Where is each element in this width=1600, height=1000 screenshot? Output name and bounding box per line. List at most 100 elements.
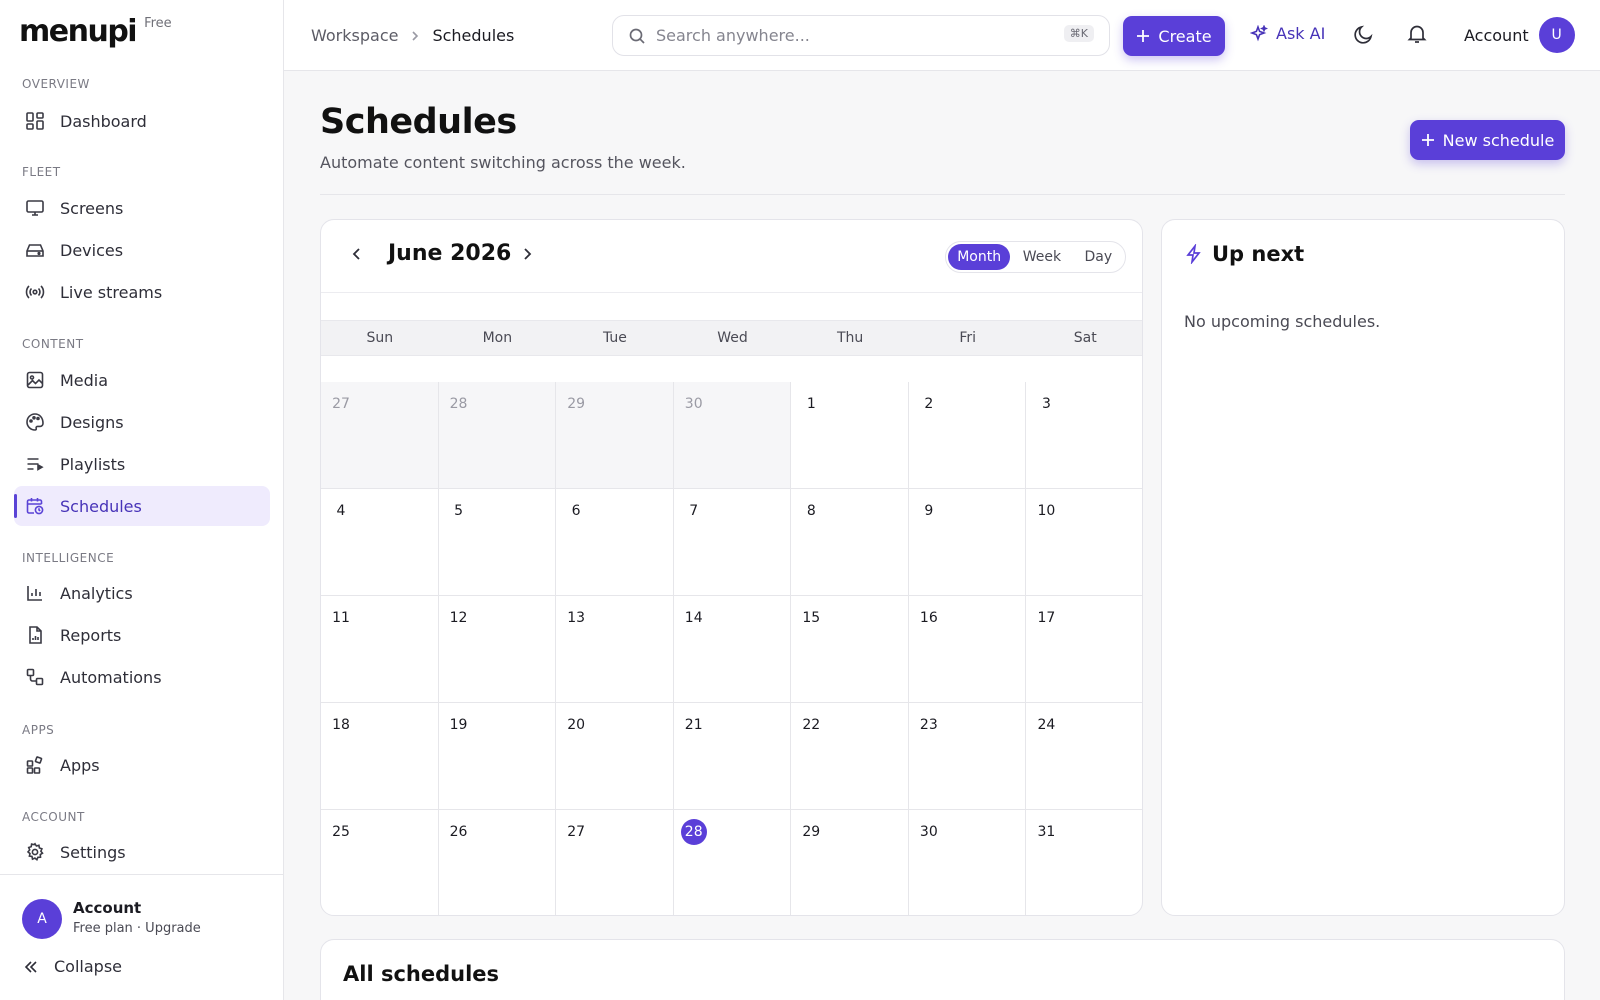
day-number: 12: [449, 610, 468, 626]
calendar-day-cell[interactable]: 17: [1026, 596, 1142, 703]
account-plan-link[interactable]: Free plan · Upgrade: [73, 921, 201, 936]
logo[interactable]: menupi Free: [19, 14, 172, 50]
day-number: 11: [332, 610, 350, 626]
breadcrumb-current: Schedules: [432, 26, 515, 45]
plus-icon: [1421, 133, 1435, 147]
calendar-day-cell[interactable]: 2: [908, 382, 1027, 489]
day-number: 30: [919, 824, 938, 840]
day-number: 17: [1037, 610, 1056, 626]
create-button[interactable]: Create: [1123, 16, 1225, 56]
day-number: 29: [567, 396, 586, 412]
account-menu[interactable]: Account U: [1464, 17, 1575, 53]
calendar-card: June 2026 Month Week Day Sun Mon Tue Wed…: [320, 219, 1143, 916]
calendar-day-cell[interactable]: 25: [321, 810, 439, 915]
calendar-day-cell[interactable]: 10: [1026, 489, 1142, 596]
image-icon: [24, 369, 46, 391]
day-number: 6: [571, 503, 581, 519]
sidebar-item-playlists[interactable]: Playlists: [14, 444, 270, 484]
calendar-day-cell[interactable]: 19: [438, 703, 557, 810]
calendar-day-cell[interactable]: 28: [674, 810, 792, 915]
workflow-icon: [24, 666, 46, 688]
search-box[interactable]: ⌘K: [612, 15, 1110, 56]
calendar-day-cell[interactable]: 7: [673, 489, 792, 596]
breadcrumb-workspace[interactable]: Workspace: [311, 26, 398, 45]
day-number: 21: [684, 717, 703, 733]
sidebar-item-reports[interactable]: Reports: [14, 615, 270, 655]
new-schedule-label: New schedule: [1442, 130, 1555, 150]
day-number: 9: [924, 503, 934, 519]
all-schedules-card: All schedules: [320, 939, 1565, 1000]
calendar-day-cell[interactable]: 15: [791, 596, 909, 703]
gear-icon: [24, 841, 46, 863]
view-month-button[interactable]: Month: [948, 244, 1011, 270]
chevron-left-icon[interactable]: [347, 244, 367, 264]
calendar-day-cell[interactable]: 29: [556, 382, 674, 489]
day-number: 15: [802, 610, 821, 626]
calendar-day-cell[interactable]: 27: [556, 810, 674, 915]
calendar-day-cell[interactable]: 22: [791, 703, 909, 810]
ask-ai-button[interactable]: Ask AI: [1250, 24, 1325, 43]
sidebar-item-live-streams[interactable]: Live streams: [14, 272, 270, 312]
search-input[interactable]: [656, 26, 1046, 45]
calendar-month-title: June 2026: [388, 241, 512, 266]
sidebar-item-devices[interactable]: Devices: [14, 230, 270, 270]
bell-icon[interactable]: [1406, 23, 1428, 45]
calendar-day-cell[interactable]: 20: [556, 703, 674, 810]
calendar-day-cell[interactable]: 4: [321, 489, 439, 596]
avatar[interactable]: A: [22, 899, 62, 939]
moon-icon[interactable]: [1353, 23, 1375, 45]
sidebar-item-screens[interactable]: Screens: [14, 188, 270, 228]
calendar-day-cell[interactable]: 31: [1026, 810, 1142, 915]
sidebar-item-automations[interactable]: Automations: [14, 657, 270, 697]
weekday-label: Mon: [482, 330, 513, 346]
calendar-day-cell[interactable]: 9: [908, 489, 1027, 596]
breadcrumb: Workspace Schedules: [311, 26, 514, 45]
weekday-label: Tue: [602, 330, 627, 346]
avatar: U: [1538, 17, 1575, 53]
calendar-day-cell[interactable]: 16: [908, 596, 1027, 703]
calendar-day-cell[interactable]: 12: [438, 596, 557, 703]
new-schedule-button[interactable]: New schedule: [1410, 120, 1565, 160]
sidebar-item-settings[interactable]: Settings: [14, 832, 270, 872]
apps-icon: [24, 754, 46, 776]
calendar-day-cell[interactable]: 11: [321, 596, 439, 703]
day-number: 19: [449, 717, 468, 733]
calendar-day-cell[interactable]: 26: [439, 810, 557, 915]
sidebar-item-apps[interactable]: Apps: [14, 745, 270, 785]
sidebar-item-analytics[interactable]: Analytics: [14, 573, 270, 613]
calendar-day-cell[interactable]: 28: [438, 382, 557, 489]
calendar-day-cell[interactable]: 6: [556, 489, 674, 596]
calendar-day-cell[interactable]: 29: [791, 810, 909, 915]
sidebar-item-label: Designs: [60, 412, 124, 432]
calendar-day-cell[interactable]: 30: [909, 810, 1027, 915]
view-week-button[interactable]: Week: [1010, 244, 1073, 270]
calendar-day-cell[interactable]: 14: [673, 596, 792, 703]
calendar-day-cell[interactable]: 23: [908, 703, 1027, 810]
sidebar-item-dashboard[interactable]: Dashboard: [14, 101, 270, 141]
device-icon: [24, 239, 46, 261]
collapse-button[interactable]: Collapse: [22, 957, 122, 976]
day-number: 4: [336, 503, 346, 519]
sidebar-item-designs[interactable]: Designs: [14, 402, 270, 442]
calendar-day-cell[interactable]: 21: [673, 703, 792, 810]
calendar-day-cell[interactable]: 30: [673, 382, 792, 489]
up-next-title: Up next: [1212, 242, 1305, 266]
sidebar-item-media[interactable]: Media: [14, 360, 270, 400]
day-number: 29: [802, 824, 821, 840]
calendar-day-cell[interactable]: 1: [791, 382, 909, 489]
view-day-button[interactable]: Day: [1074, 244, 1123, 270]
calendar-day-cell[interactable]: 18: [321, 703, 439, 810]
calendar-day-cell[interactable]: 5: [438, 489, 557, 596]
sidebar-item-label: Dashboard: [60, 111, 147, 131]
calendar-day-cell[interactable]: 8: [791, 489, 909, 596]
weekday-label: Thu: [836, 330, 864, 346]
calendar-day-cell[interactable]: 24: [1026, 703, 1142, 810]
sidebar-item-schedules[interactable]: Schedules: [14, 486, 270, 526]
calendar-day-cell[interactable]: 27: [321, 382, 439, 489]
calendar-day-cell[interactable]: 13: [556, 596, 674, 703]
chevron-right-icon[interactable]: [517, 244, 537, 264]
calendar-day-cell[interactable]: 3: [1026, 382, 1142, 489]
day-number: 28: [449, 396, 468, 412]
plan-badge: Free: [144, 16, 172, 31]
day-number: 7: [689, 503, 699, 519]
